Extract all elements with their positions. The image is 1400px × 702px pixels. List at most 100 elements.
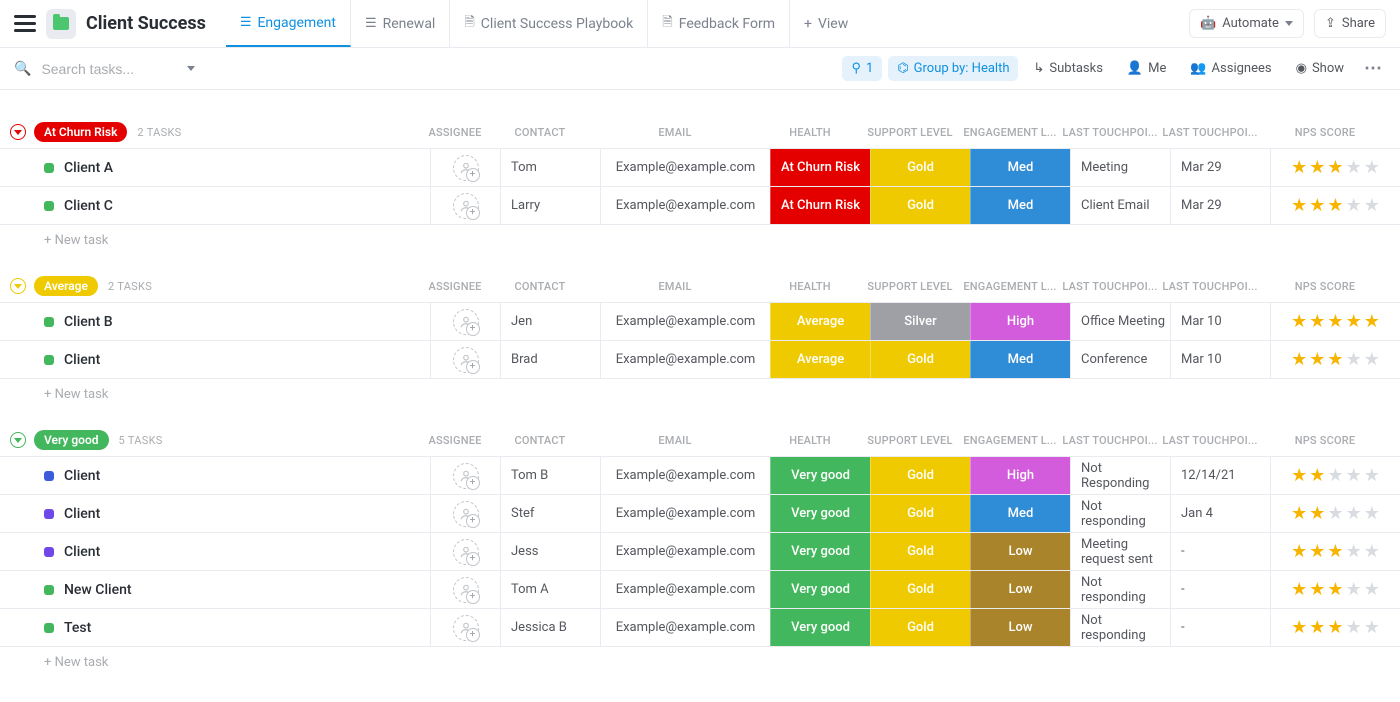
cell-health[interactable]: Very good [770, 457, 870, 494]
cell-contact[interactable]: Stef [500, 495, 600, 532]
col-email[interactable]: EMAIL [590, 126, 760, 139]
cell-contact[interactable]: Jessica B [500, 609, 600, 646]
tab-feedback-form[interactable]: 🗎 Feedback Form [648, 0, 790, 47]
task-name[interactable]: Client [64, 468, 100, 484]
cell-assignee[interactable] [430, 341, 500, 378]
col-email[interactable]: EMAIL [590, 280, 760, 293]
status-square-icon[interactable] [44, 623, 54, 633]
table-row[interactable]: Client A Tom Example@example.com At Chur… [0, 149, 1400, 187]
cell-contact[interactable]: Tom B [500, 457, 600, 494]
cell-touchpoint-date[interactable]: Jan 4 [1170, 495, 1270, 532]
cell-touchpoint-date[interactable]: - [1170, 571, 1270, 608]
cell-touchpoint-date[interactable]: - [1170, 533, 1270, 570]
cell-nps[interactable]: ★★★★★ [1270, 457, 1400, 494]
task-name[interactable]: Client [64, 352, 100, 368]
cell-health[interactable]: Very good [770, 495, 870, 532]
cell-support[interactable]: Gold [870, 533, 970, 570]
table-row[interactable]: Client C Larry Example@example.com At Ch… [0, 187, 1400, 225]
task-name[interactable]: Client [64, 544, 100, 560]
col-email[interactable]: EMAIL [590, 434, 760, 447]
col-touchpoint-date[interactable]: LAST TOUCHPOI... [1160, 126, 1260, 139]
cell-contact[interactable]: Larry [500, 187, 600, 224]
cell-engage[interactable]: Med [970, 341, 1070, 378]
task-name[interactable]: New Client [64, 582, 132, 598]
cell-touchpoint-date[interactable]: - [1170, 609, 1270, 646]
cell-assignee[interactable] [430, 533, 500, 570]
cell-touchpoint[interactable]: Meeting [1070, 149, 1170, 186]
nps-stars[interactable]: ★★★★★ [1291, 157, 1380, 178]
nps-stars[interactable]: ★★★★★ [1291, 617, 1380, 638]
tab-engagement[interactable]: ☰ Engagement [226, 0, 351, 47]
col-contact[interactable]: CONTACT [490, 126, 590, 139]
cell-support[interactable]: Gold [870, 609, 970, 646]
new-task-button[interactable]: + New task [0, 225, 1400, 254]
status-square-icon[interactable] [44, 317, 54, 327]
group-badge[interactable]: Very good [34, 430, 109, 450]
cell-engage[interactable]: Med [970, 149, 1070, 186]
me-chip[interactable]: 👤 Me [1118, 56, 1175, 81]
cell-assignee[interactable] [430, 571, 500, 608]
task-name[interactable]: Client [64, 506, 100, 522]
assignee-placeholder-icon[interactable] [453, 463, 479, 489]
col-support[interactable]: SUPPORT LEVEL [860, 126, 960, 139]
cell-assignee[interactable] [430, 149, 500, 186]
cell-touchpoint[interactable]: Not responding [1070, 495, 1170, 532]
task-name[interactable]: Client C [64, 198, 113, 214]
col-health[interactable]: HEALTH [760, 126, 860, 139]
cell-nps[interactable]: ★★★★★ [1270, 303, 1400, 340]
cell-contact[interactable]: Jen [500, 303, 600, 340]
collapse-toggle[interactable] [10, 124, 26, 140]
col-nps[interactable]: NPS SCORE [1260, 126, 1390, 139]
cell-touchpoint-date[interactable]: 12/14/21 [1170, 457, 1270, 494]
cell-email[interactable]: Example@example.com [600, 609, 770, 646]
cell-email[interactable]: Example@example.com [600, 533, 770, 570]
col-engage[interactable]: ENGAGEMENT L... [960, 280, 1060, 293]
table-row[interactable]: Client Tom B Example@example.com Very go… [0, 457, 1400, 495]
cell-touchpoint[interactable]: Meeting request sent [1070, 533, 1170, 570]
share-button[interactable]: ⇪ Share [1314, 9, 1386, 38]
cell-touchpoint-date[interactable]: Mar 10 [1170, 303, 1270, 340]
cell-nps[interactable]: ★★★★★ [1270, 149, 1400, 186]
col-touchpoint-date[interactable]: LAST TOUCHPOI... [1160, 434, 1260, 447]
table-row[interactable]: New Client Tom A Example@example.com Ver… [0, 571, 1400, 609]
col-touchpoint[interactable]: LAST TOUCHPOI... [1060, 434, 1160, 447]
cell-email[interactable]: Example@example.com [600, 457, 770, 494]
cell-support[interactable]: Silver [870, 303, 970, 340]
folder-icon-box[interactable] [46, 9, 76, 39]
cell-contact[interactable]: Jess [500, 533, 600, 570]
cell-health[interactable]: Very good [770, 533, 870, 570]
nps-stars[interactable]: ★★★★★ [1291, 465, 1380, 486]
cell-health[interactable]: At Churn Risk [770, 149, 870, 186]
cell-touchpoint-date[interactable]: Mar 10 [1170, 341, 1270, 378]
cell-assignee[interactable] [430, 457, 500, 494]
cell-nps[interactable]: ★★★★★ [1270, 571, 1400, 608]
cell-nps[interactable]: ★★★★★ [1270, 341, 1400, 378]
assignee-placeholder-icon[interactable] [453, 347, 479, 373]
cell-nps[interactable]: ★★★★★ [1270, 533, 1400, 570]
col-health[interactable]: HEALTH [760, 434, 860, 447]
subtasks-chip[interactable]: ↳ Subtasks [1024, 56, 1111, 81]
new-task-button[interactable]: + New task [0, 379, 1400, 408]
status-square-icon[interactable] [44, 163, 54, 173]
nps-stars[interactable]: ★★★★★ [1291, 579, 1380, 600]
table-row[interactable]: Client B Jen Example@example.com Average… [0, 303, 1400, 341]
col-nps[interactable]: NPS SCORE [1260, 434, 1390, 447]
assignee-placeholder-icon[interactable] [453, 155, 479, 181]
col-contact[interactable]: CONTACT [490, 434, 590, 447]
cell-health[interactable]: At Churn Risk [770, 187, 870, 224]
automate-button[interactable]: 🤖 Automate [1189, 9, 1304, 38]
cell-touchpoint[interactable]: Office Meeting [1070, 303, 1170, 340]
cell-support[interactable]: Gold [870, 341, 970, 378]
assignee-placeholder-icon[interactable] [453, 615, 479, 641]
assignee-placeholder-icon[interactable] [453, 539, 479, 565]
col-assignee[interactable]: ASSIGNEE [420, 126, 490, 139]
cell-nps[interactable]: ★★★★★ [1270, 187, 1400, 224]
cell-assignee[interactable] [430, 495, 500, 532]
cell-engage[interactable]: High [970, 303, 1070, 340]
table-row[interactable]: Test Jessica B Example@example.com Very … [0, 609, 1400, 647]
cell-contact[interactable]: Tom [500, 149, 600, 186]
col-nps[interactable]: NPS SCORE [1260, 280, 1390, 293]
status-square-icon[interactable] [44, 471, 54, 481]
cell-email[interactable]: Example@example.com [600, 187, 770, 224]
col-touchpoint[interactable]: LAST TOUCHPOI... [1060, 280, 1160, 293]
